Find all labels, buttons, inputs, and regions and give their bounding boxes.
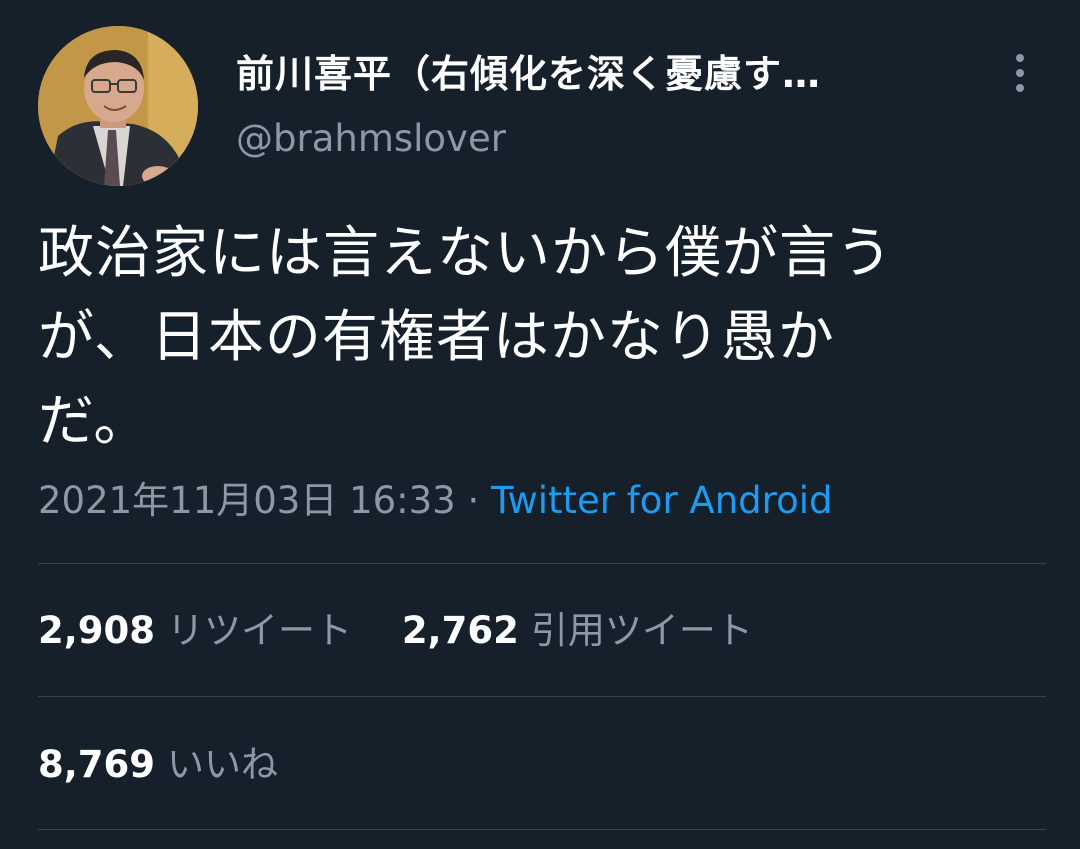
retweets-count: 2,908	[38, 609, 156, 652]
likes-count: 8,769	[38, 743, 156, 786]
likes-stat[interactable]: 8,769 いいね	[38, 740, 278, 790]
avatar-image	[38, 26, 198, 186]
divider	[38, 829, 1046, 830]
tweet-text-line: だ。	[38, 389, 151, 454]
tweet-text: 政治家には言えないから僕が言う が、日本の有権者はかなり愚か だ。	[38, 212, 1048, 464]
quotes-count: 2,762	[401, 609, 519, 652]
display-name[interactable]: 前川喜平（右傾化を深く憂慮す…	[236, 50, 821, 98]
more-button[interactable]	[1000, 50, 1040, 96]
tweet-detail: 前川喜平（右傾化を深く憂慮す… @brahmslover 政治家には言えないから…	[0, 0, 1080, 849]
tweet-meta: 2021年11月03日 16:33 · Twitter for Android	[38, 476, 832, 526]
tweet-text-line: が、日本の有権者はかなり愚か	[38, 305, 835, 370]
quotes-label: 引用ツイート	[530, 609, 753, 652]
retweets-label: リツイート	[167, 609, 353, 652]
tweet-text-line: 政治家には言えないから僕が言う	[38, 221, 893, 286]
engagement-stats: 2,908 リツイート 2,762 引用ツイート	[38, 606, 791, 656]
likes-row: 8,769 いいね	[38, 740, 316, 790]
meta-separator: ·	[467, 479, 480, 522]
avatar[interactable]	[38, 26, 198, 186]
user-handle[interactable]: @brahmslover	[236, 115, 506, 163]
divider	[38, 696, 1046, 697]
tweet-source-link[interactable]: Twitter for Android	[491, 479, 832, 522]
likes-label: いいね	[167, 743, 279, 786]
quotes-stat[interactable]: 2,762 引用ツイート	[402, 606, 753, 656]
tweet-timestamp[interactable]: 2021年11月03日 16:33	[38, 479, 456, 522]
more-vertical-icon	[1016, 54, 1024, 92]
retweets-stat[interactable]: 2,908 リツイート	[38, 606, 352, 656]
divider	[38, 563, 1046, 564]
